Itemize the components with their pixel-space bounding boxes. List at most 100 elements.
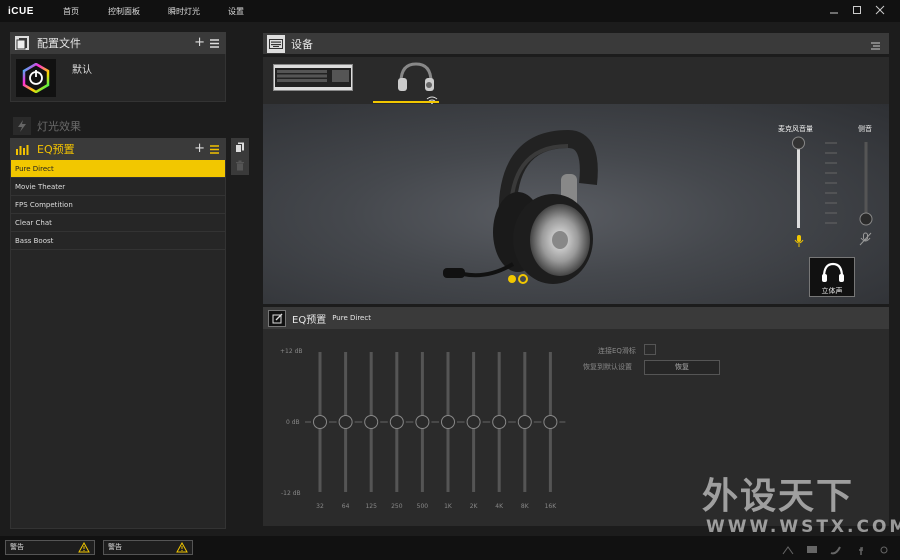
devices-title: 设备 xyxy=(291,37,313,51)
selected-device-indicator xyxy=(373,101,439,103)
eq-band-slider[interactable] xyxy=(484,352,515,492)
restore-button[interactable]: 恢复 xyxy=(644,360,720,375)
eq-frequency-label: 4K xyxy=(495,503,504,510)
eq-band-slider[interactable] xyxy=(305,352,335,492)
eq-preset-item[interactable]: Clear Chat xyxy=(11,214,225,232)
device-strip xyxy=(263,57,889,104)
eq-slider-knob xyxy=(466,415,481,429)
eq-band-slider[interactable] xyxy=(356,352,387,492)
eq-band-slider[interactable] xyxy=(535,352,566,492)
eq-slider-knob xyxy=(415,415,430,429)
eq-slider-knob xyxy=(313,415,327,429)
eq-frequency-label: 125 xyxy=(365,503,377,510)
keyboard-device[interactable] xyxy=(273,64,353,91)
eq-slider-knob xyxy=(338,415,353,429)
eq-frequency-label: 64 xyxy=(341,503,350,510)
eq-preset-item[interactable]: Pure Direct xyxy=(11,160,225,178)
eq-band-slider[interactable] xyxy=(407,352,438,492)
warning-button[interactable]: 警告 xyxy=(103,540,193,555)
eq-preset-item[interactable]: FPS Competition xyxy=(11,196,225,214)
eq-slider-knob xyxy=(441,415,455,429)
eq-frequency-label: 2K xyxy=(469,503,478,510)
title-bar: iCUE 首页 控制面板 瞬时灯光 设置 xyxy=(0,0,900,22)
stereo-label: 立体声 xyxy=(821,287,843,295)
link-eq-sliders-label: 连接EQ滑标 xyxy=(598,347,636,355)
warning-icon xyxy=(78,541,90,558)
headphones-icon xyxy=(821,262,845,288)
eq-presets-header: EQ预置 + xyxy=(10,138,226,160)
profile-icon xyxy=(13,34,31,52)
eq-band-slider[interactable] xyxy=(330,352,361,492)
eq-presets-menu-icon[interactable] xyxy=(209,141,220,162)
eq-frequency-label: 16K xyxy=(544,503,557,510)
eq-frequency-label: 500 xyxy=(416,503,429,510)
nav-home[interactable]: 首页 xyxy=(63,6,79,17)
eq-slider-knob xyxy=(543,415,558,429)
warning-icon xyxy=(176,541,188,558)
db-label-zero: 0 dB xyxy=(286,419,300,426)
close-icon[interactable] xyxy=(874,4,886,16)
icue-window: iCUE 首页 控制面板 瞬时灯光 设置 配置文件 + 默认 灯光效果 EQ预置… xyxy=(0,0,900,560)
sidetone-label: 侧音 xyxy=(858,125,872,133)
sidetone-mute-icon[interactable] xyxy=(859,231,872,250)
eq-slider-knob xyxy=(492,415,507,429)
link-eq-sliders-checkbox[interactable] xyxy=(644,344,656,355)
lighting-effects-header[interactable]: 灯光效果 xyxy=(10,116,226,136)
eq-preset-list: Pure Direct Movie Theater FPS Competitio… xyxy=(10,160,226,529)
warning-label: 警告 xyxy=(108,543,122,551)
eq-presets-title: EQ预置 xyxy=(37,143,75,156)
restore-default-label: 恢复到默认设置 xyxy=(583,363,632,371)
profiles-title: 配置文件 xyxy=(37,37,81,50)
eq-slider-knob xyxy=(364,415,379,429)
nav-instant-lighting[interactable]: 瞬时灯光 xyxy=(168,6,200,17)
eq-frequency-label: 8K xyxy=(520,503,529,510)
eq-band-slider[interactable] xyxy=(458,352,489,492)
sidetone-slider[interactable] xyxy=(858,140,874,230)
eq-band-slider[interactable] xyxy=(381,352,412,492)
eq-band-slider[interactable] xyxy=(433,352,463,492)
watermark: 外设天下 WWW.WSTX.COM xyxy=(702,476,900,547)
nav-settings[interactable]: 设置 xyxy=(228,6,244,17)
eq-slider-knob xyxy=(517,415,532,429)
eq-frequency-label: 250 xyxy=(391,503,403,510)
copy-icon[interactable] xyxy=(231,138,249,156)
eq-band-slider[interactable] xyxy=(509,352,540,492)
mic-volume-label: 麦克风音量 xyxy=(778,125,813,133)
stereo-toggle-button[interactable]: 立体声 xyxy=(809,257,855,297)
devices-header: 设备 xyxy=(263,33,889,54)
eq-panel-title: EQ预置 xyxy=(292,314,327,326)
edit-icon[interactable] xyxy=(268,309,286,327)
profile-item[interactable]: 默认 xyxy=(10,54,226,102)
eq-preset-item[interactable]: Bass Boost xyxy=(11,232,225,250)
minimize-icon[interactable] xyxy=(828,4,840,16)
left-column: 配置文件 + 默认 灯光效果 EQ预置 + Pure Direct Movie … xyxy=(10,32,226,529)
warning-button[interactable]: 警告 xyxy=(5,540,95,555)
db-label-min: -12 dB xyxy=(281,490,301,497)
keyboard-icon xyxy=(267,34,285,53)
profiles-menu-icon[interactable] xyxy=(209,35,220,56)
eq-preset-tools xyxy=(231,138,249,175)
eq-frequency-label: 32 xyxy=(316,503,324,510)
add-eq-preset-button[interactable]: + xyxy=(194,141,205,162)
maximize-icon[interactable] xyxy=(851,4,863,16)
microphone-icon[interactable] xyxy=(793,233,805,252)
watermark-url: WWW.WSTX.COM xyxy=(706,517,900,537)
eq-preset-item[interactable]: Movie Theater xyxy=(11,178,225,196)
devices-menu-icon[interactable] xyxy=(870,37,881,56)
equalizer-icon xyxy=(13,140,31,158)
app-logo: iCUE xyxy=(8,5,34,17)
eq-slider-knob xyxy=(389,415,404,429)
nav-dashboard[interactable]: 控制面板 xyxy=(108,6,140,17)
watermark-title: 外设天下 xyxy=(702,476,855,517)
eq-panel-header: EQ预置 Pure Direct xyxy=(263,307,889,329)
lighting-effects-title: 灯光效果 xyxy=(37,120,81,133)
add-profile-button[interactable]: + xyxy=(194,35,205,56)
eq-band-sliders xyxy=(305,352,566,492)
trash-icon[interactable] xyxy=(231,156,249,174)
window-controls xyxy=(828,4,886,16)
profiles-header: 配置文件 + xyxy=(10,32,226,54)
lightning-icon xyxy=(13,117,31,135)
corsair-logo-icon xyxy=(16,59,56,97)
warning-label: 警告 xyxy=(10,543,24,551)
eq-frequency-label: 1K xyxy=(444,503,452,510)
